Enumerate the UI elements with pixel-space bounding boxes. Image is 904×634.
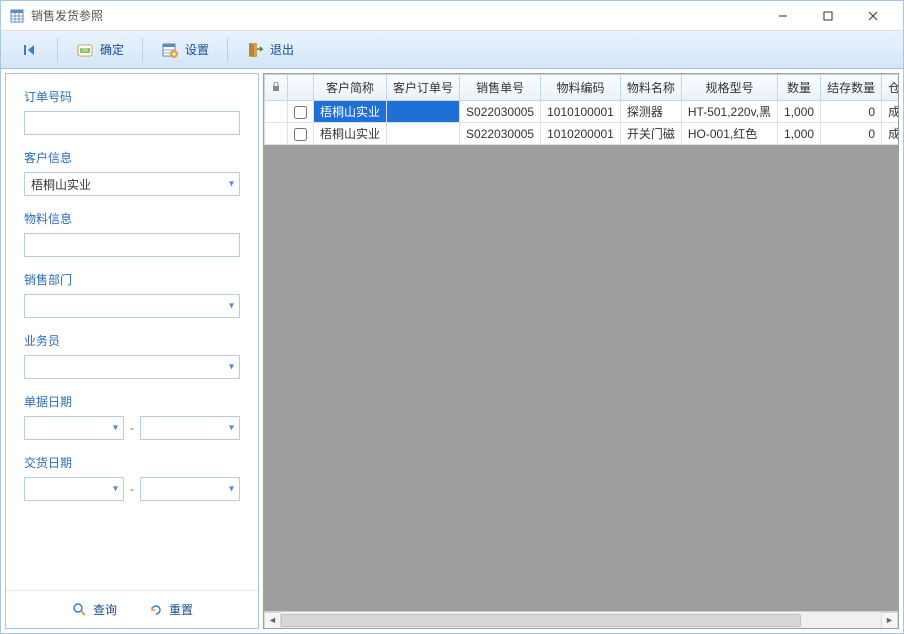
reset-button[interactable]: 重置: [147, 601, 193, 619]
cell-spec[interactable]: HT-501,220v,黑: [681, 101, 777, 123]
customer-select[interactable]: [24, 172, 240, 196]
ok-button[interactable]: OK 确定: [66, 37, 134, 63]
doc-date-from[interactable]: [24, 416, 124, 440]
content: 订单号码 客户信息 物料信息 销售部门 业务员: [1, 69, 903, 633]
row-checkbox-cell[interactable]: [288, 123, 314, 145]
separator: [57, 38, 58, 62]
doc-date-to[interactable]: [140, 416, 240, 440]
cell-customer[interactable]: 梧桐山实业: [314, 123, 387, 145]
col-cust-order[interactable]: 客户订单号: [387, 75, 460, 101]
row-checkbox-cell[interactable]: [288, 101, 314, 123]
lock-column: [265, 75, 288, 101]
exit-label: 退出: [270, 41, 294, 58]
row-checkbox[interactable]: [294, 106, 307, 119]
cell-material-code[interactable]: 1010200001: [541, 123, 621, 145]
horizontal-scrollbar[interactable]: ◄ ►: [264, 611, 898, 628]
window: 销售发货参照 OK 确定 设置 退出 订单号码: [0, 0, 904, 634]
cell-customer[interactable]: 梧桐山实业: [314, 101, 387, 123]
cell-material-name[interactable]: 探测器: [620, 101, 681, 123]
date-separator: -: [130, 482, 134, 496]
filter-body: 订单号码 客户信息 物料信息 销售部门 业务员: [6, 74, 258, 590]
cell-warehouse[interactable]: 成品仓: [882, 123, 899, 145]
sales-dept-label: 销售部门: [24, 271, 240, 288]
col-balance[interactable]: 结存数量: [821, 75, 882, 101]
delivery-date-label: 交货日期: [24, 454, 240, 471]
query-button[interactable]: 查询: [71, 601, 117, 619]
settings-button[interactable]: 设置: [151, 37, 219, 63]
separator: [142, 38, 143, 62]
cell-material-code[interactable]: 1010100001: [541, 101, 621, 123]
scroll-track[interactable]: [281, 612, 881, 629]
order-no-input[interactable]: [24, 111, 240, 135]
col-sales-no[interactable]: 销售单号: [460, 75, 541, 101]
close-button[interactable]: [850, 2, 895, 30]
checkbox-column: [288, 75, 314, 101]
filter-panel: 订单号码 客户信息 物料信息 销售部门 业务员: [5, 73, 259, 629]
cell-balance[interactable]: 0: [821, 101, 882, 123]
table-row[interactable]: 梧桐山实业 S0220300051010200001开关门磁HO-001,红色1,…: [265, 123, 900, 145]
table-row[interactable]: 梧桐山实业 S0220300051010100001探测器HT-501,220v,…: [265, 101, 900, 123]
material-input[interactable]: [24, 233, 240, 257]
col-qty[interactable]: 数量: [778, 75, 821, 101]
col-material-name[interactable]: 物料名称: [620, 75, 681, 101]
row-checkbox[interactable]: [294, 128, 307, 141]
doc-date-label: 单据日期: [24, 393, 240, 410]
titlebar: 销售发货参照: [1, 1, 903, 31]
grid-container: 客户简称 客户订单号 销售单号 物料编码 物料名称 规格型号 数量 结存数量 仓…: [263, 73, 899, 629]
cell-sales-no[interactable]: S022030005: [460, 101, 541, 123]
cell-warehouse[interactable]: 成品仓: [882, 101, 899, 123]
customer-label: 客户信息: [24, 149, 240, 166]
order-no-label: 订单号码: [24, 88, 240, 105]
cell-sales-no[interactable]: S022030005: [460, 123, 541, 145]
ok-icon: OK: [76, 41, 94, 59]
cell-qty[interactable]: 1,000: [778, 123, 821, 145]
col-customer[interactable]: 客户简称: [314, 75, 387, 101]
settings-label: 设置: [185, 41, 209, 58]
exit-icon: [246, 41, 264, 59]
window-title: 销售发货参照: [31, 7, 760, 24]
data-grid[interactable]: 客户简称 客户订单号 销售单号 物料编码 物料名称 规格型号 数量 结存数量 仓…: [264, 74, 899, 145]
query-label: 查询: [93, 601, 117, 618]
cell-balance[interactable]: 0: [821, 123, 882, 145]
cell-qty[interactable]: 1,000: [778, 101, 821, 123]
col-material-code[interactable]: 物料编码: [541, 75, 621, 101]
cell-cust-order[interactable]: [387, 101, 460, 123]
delivery-date-to[interactable]: [140, 477, 240, 501]
scroll-thumb[interactable]: [281, 614, 801, 627]
row-indicator: [265, 101, 288, 123]
reset-icon: [147, 601, 165, 619]
scroll-left-button[interactable]: ◄: [264, 612, 281, 629]
first-page-icon: [21, 41, 39, 59]
reset-label: 重置: [169, 601, 193, 618]
exit-button[interactable]: 退出: [236, 37, 304, 63]
ok-label: 确定: [100, 41, 124, 58]
salesman-label: 业务员: [24, 332, 240, 349]
filter-footer: 查询 重置: [6, 590, 258, 628]
grid-header-row: 客户简称 客户订单号 销售单号 物料编码 物料名称 规格型号 数量 结存数量 仓…: [265, 75, 900, 101]
col-spec[interactable]: 规格型号: [681, 75, 777, 101]
window-controls: [760, 2, 895, 30]
grid-empty-area: [264, 145, 898, 611]
search-icon: [71, 601, 89, 619]
sales-dept-select[interactable]: [24, 294, 240, 318]
app-icon: [9, 8, 25, 24]
delivery-date-from[interactable]: [24, 477, 124, 501]
cell-cust-order[interactable]: [387, 123, 460, 145]
separator: [227, 38, 228, 62]
settings-icon: [161, 41, 179, 59]
minimize-button[interactable]: [760, 2, 805, 30]
cell-material-name[interactable]: 开关门磁: [620, 123, 681, 145]
date-separator: -: [130, 421, 134, 435]
salesman-select[interactable]: [24, 355, 240, 379]
svg-text:OK: OK: [81, 48, 89, 54]
scroll-right-button[interactable]: ►: [881, 612, 898, 629]
material-label: 物料信息: [24, 210, 240, 227]
first-page-button[interactable]: [11, 37, 49, 63]
toolbar: OK 确定 设置 退出: [1, 31, 903, 69]
row-indicator: [265, 123, 288, 145]
maximize-button[interactable]: [805, 2, 850, 30]
cell-spec[interactable]: HO-001,红色: [681, 123, 777, 145]
col-warehouse[interactable]: 仓库名称: [882, 75, 899, 101]
grid-panel: 客户简称 客户订单号 销售单号 物料编码 物料名称 规格型号 数量 结存数量 仓…: [263, 73, 899, 629]
